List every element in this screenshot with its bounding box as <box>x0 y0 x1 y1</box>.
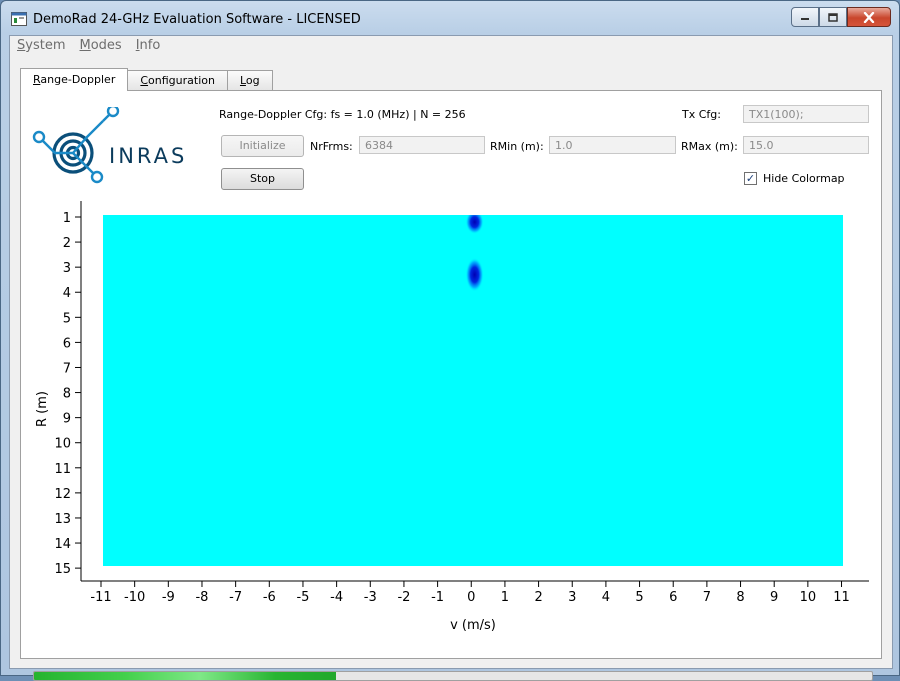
y-tick-label: 13 <box>54 512 71 527</box>
x-tick-label: 0 <box>467 590 475 605</box>
x-tick-label: 4 <box>602 590 610 605</box>
menu-bar: System Modes Info <box>10 36 892 56</box>
y-tick-label: 2 <box>63 236 71 251</box>
progress-fill <box>34 672 336 680</box>
tab-bar: Range-Doppler Configuration Log <box>20 68 273 91</box>
x-tick-label: 9 <box>770 590 778 605</box>
x-tick-label: -6 <box>263 590 276 605</box>
title-bar[interactable]: DemoRad 24-GHz Evaluation Software - LIC… <box>1 1 899 35</box>
minimize-button[interactable] <box>791 7 819 27</box>
app-icon <box>11 12 27 26</box>
app-window: DemoRad 24-GHz Evaluation Software - LIC… <box>0 0 900 681</box>
x-tick-label: -3 <box>364 590 377 605</box>
maximize-button[interactable] <box>819 7 847 27</box>
y-tick-label: 10 <box>54 437 71 452</box>
x-tick-label: -5 <box>296 590 309 605</box>
x-tick-label: -7 <box>229 590 242 605</box>
x-tick-label: 8 <box>736 590 744 605</box>
tab-configuration[interactable]: Configuration <box>127 70 228 90</box>
close-button[interactable] <box>847 7 891 27</box>
y-tick-label: 8 <box>63 387 71 402</box>
y-tick-label: 11 <box>54 462 71 477</box>
target-blob <box>465 215 484 235</box>
y-tick-label: 6 <box>63 336 71 351</box>
target-blob <box>465 257 484 292</box>
menu-system[interactable]: System <box>10 36 73 56</box>
menu-info[interactable]: Info <box>129 36 168 56</box>
x-tick-label: -11 <box>90 590 111 605</box>
tab-range-doppler[interactable]: Range-Doppler <box>20 68 129 91</box>
x-tick-label: -10 <box>124 590 145 605</box>
x-tick-label: 1 <box>501 590 509 605</box>
close-icon <box>863 11 875 23</box>
x-axis-label: v (m/s) <box>450 618 496 633</box>
x-tick-label: 6 <box>669 590 677 605</box>
y-tick-label: 12 <box>54 487 71 502</box>
x-tick-label: -8 <box>195 590 208 605</box>
x-tick-label: 7 <box>703 590 711 605</box>
menu-modes[interactable]: Modes <box>73 36 129 56</box>
tab-log[interactable]: Log <box>226 70 273 90</box>
x-tick-label: -2 <box>397 590 410 605</box>
minimize-icon <box>801 18 809 20</box>
progress-bar <box>33 671 873 681</box>
y-tick-label: 4 <box>63 286 71 301</box>
x-tick-label: 3 <box>568 590 576 605</box>
range-doppler-plot: -11 -10 -9 -8 -7 -6 -5 -4 -3 -2 -1 0 1 2 3 4 5 6 7 8 9 10 11 1… <box>35 201 869 633</box>
x-tick-label: -4 <box>330 590 343 605</box>
y-tick-label: 15 <box>54 562 71 577</box>
x-tick-label: 2 <box>534 590 542 605</box>
y-tick-label: 9 <box>63 412 71 427</box>
y-tick-label: 5 <box>63 311 71 326</box>
x-tick-label: -9 <box>162 590 175 605</box>
x-tick-label: 11 <box>833 590 850 605</box>
y-tick-label: 14 <box>54 537 71 552</box>
x-tick-label: 10 <box>800 590 817 605</box>
y-tick-label: 3 <box>63 261 71 276</box>
x-tick-label: 5 <box>635 590 643 605</box>
maximize-icon <box>828 12 838 22</box>
y-tick-label: 1 <box>63 211 71 226</box>
y-tick-label: 7 <box>63 361 71 376</box>
window-title: DemoRad 24-GHz Evaluation Software - LIC… <box>33 12 361 27</box>
client-area: System Modes Info Range-Doppler Configur… <box>9 35 893 681</box>
x-tick-label: -1 <box>431 590 444 605</box>
y-axis-label: R (m) <box>35 391 50 427</box>
range-doppler-panel: INRAS Range-Doppler Cfg: fs = 1.0 (MHz) … <box>20 90 882 681</box>
